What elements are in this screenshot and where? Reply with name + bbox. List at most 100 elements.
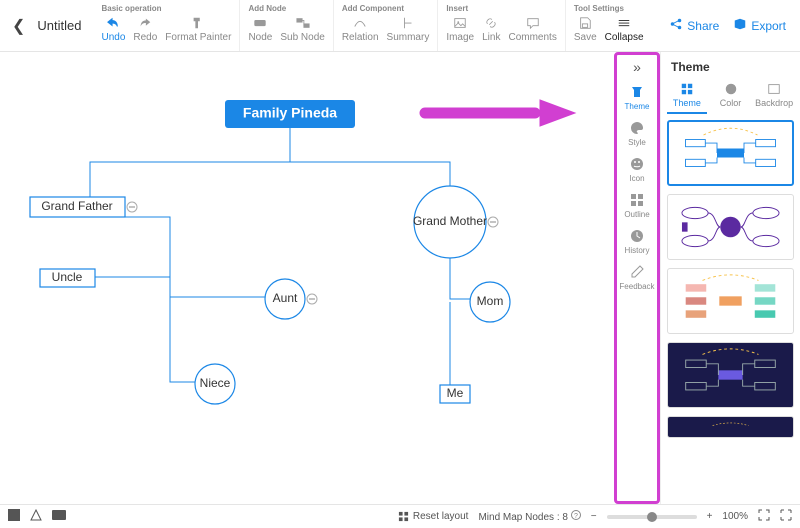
node-grandfather-text: Grand Father (41, 199, 112, 213)
rail-outline[interactable]: Outline (624, 189, 649, 221)
rail-feedback[interactable]: Feedback (619, 261, 654, 293)
reset-layout-icon (398, 511, 409, 522)
group-title-addnode: Add Node (248, 4, 324, 13)
redo-button[interactable]: Redo (133, 15, 157, 43)
svg-text:?: ? (574, 513, 578, 520)
rail-icon-label: Icon (629, 174, 644, 183)
reset-layout-label: Reset layout (413, 511, 469, 522)
rail-theme[interactable]: Theme (625, 81, 650, 113)
fit-screen-button[interactable] (758, 509, 770, 524)
subnode-icon (295, 15, 311, 31)
subnode-label: Sub Node (280, 32, 324, 43)
group-title-insert: Insert (446, 4, 557, 13)
node-button[interactable]: Node (248, 15, 272, 43)
collapse-label: Collapse (605, 32, 644, 43)
link-button[interactable]: Link (482, 15, 500, 43)
summary-icon (400, 15, 416, 31)
redo-label: Redo (133, 32, 157, 43)
node-grandmother-text: Grand Mother (413, 214, 487, 228)
tab-color-icon (724, 82, 738, 96)
theme-card-5[interactable] (667, 416, 794, 438)
zoom-out-button[interactable]: − (591, 511, 597, 522)
toolbar-group-basic: Basic operation Undo Redo Format Painter (93, 0, 239, 51)
share-button[interactable]: Share (669, 17, 719, 34)
side-rail: » Theme Style Icon Outline History (614, 52, 660, 504)
node-uncle-text: Uncle (52, 270, 83, 284)
rail-collapse-button[interactable]: » (633, 59, 641, 75)
zoom-value: 100% (722, 511, 748, 522)
comments-label: Comments (508, 32, 556, 43)
rail-history[interactable]: History (625, 225, 650, 257)
panel-tab-backdrop[interactable]: Backdrop (754, 82, 794, 114)
back-button[interactable]: ❮ (12, 16, 25, 36)
theme-card-1[interactable] (667, 120, 794, 186)
icon-icon (628, 155, 646, 173)
node-niece-text: Niece (200, 376, 231, 390)
nodes-help-icon[interactable]: ? (571, 510, 581, 520)
comments-icon (525, 15, 541, 31)
toolbar: ❮ Untitled Basic operation Undo Redo (0, 0, 800, 52)
export-icon (733, 17, 747, 34)
collapse-button[interactable]: Collapse (605, 15, 644, 43)
statusbar: Reset layout Mind Map Nodes : 8 ? − + 10… (0, 504, 800, 528)
rail-style[interactable]: Style (628, 117, 646, 149)
reset-layout-button[interactable]: Reset layout (398, 511, 469, 522)
group-title-basic: Basic operation (101, 4, 231, 13)
collapse-icon (616, 15, 632, 31)
status-icon-3[interactable] (52, 510, 66, 523)
node-root-text: Family Pineda (243, 105, 337, 121)
zoom-in-button[interactable]: + (707, 511, 713, 522)
history-icon (628, 227, 646, 245)
theme-panel-title: Theme (661, 52, 800, 82)
status-icon-2[interactable] (30, 509, 42, 524)
image-button[interactable]: Image (446, 15, 474, 43)
tab-backdrop-label: Backdrop (755, 98, 793, 108)
save-label: Save (574, 32, 597, 43)
undo-button[interactable]: Undo (101, 15, 125, 43)
toolbar-group-tools: Tool Settings Save Collapse (565, 0, 652, 51)
image-icon (452, 15, 468, 31)
toolbar-group-addnode: Add Node Node Sub Node (239, 0, 332, 51)
rail-icon[interactable]: Icon (628, 153, 646, 185)
nodes-count: Mind Map Nodes : 8 ? (478, 510, 580, 523)
fullscreen-button[interactable] (780, 509, 792, 524)
export-button[interactable]: Export (733, 17, 786, 34)
save-icon (577, 15, 593, 31)
summary-button[interactable]: Summary (387, 15, 430, 43)
theme-card-2[interactable] (667, 194, 794, 260)
rail-theme-label: Theme (625, 102, 650, 111)
relation-icon (352, 15, 368, 31)
undo-icon (105, 15, 121, 31)
rail-feedback-label: Feedback (619, 282, 654, 291)
share-label: Share (687, 19, 719, 33)
group-title-tools: Tool Settings (574, 4, 644, 13)
toolbar-group-addcomp: Add Component Relation Summary (333, 0, 438, 51)
node-me-text: Me (447, 386, 464, 400)
link-label: Link (482, 32, 500, 43)
relation-button[interactable]: Relation (342, 15, 379, 43)
status-icon-1[interactable] (8, 509, 20, 524)
subnode-button[interactable]: Sub Node (280, 15, 324, 43)
theme-card-3[interactable] (667, 268, 794, 334)
save-button[interactable]: Save (574, 15, 597, 43)
tab-backdrop-icon (767, 82, 781, 96)
redo-icon (137, 15, 153, 31)
mindmap-canvas[interactable]: Family Pineda Grand Father Grand Mother … (0, 52, 614, 504)
zoom-slider[interactable] (607, 515, 697, 519)
panel-tab-theme[interactable]: Theme (667, 82, 707, 114)
document-title[interactable]: Untitled (37, 18, 81, 33)
node-aunt-text: Aunt (273, 291, 298, 305)
tab-theme-icon (680, 82, 694, 96)
theme-icon (628, 83, 646, 101)
share-icon (669, 17, 683, 34)
theme-card-4[interactable] (667, 342, 794, 408)
node-icon (252, 15, 268, 31)
panel-tab-color[interactable]: Color (711, 82, 751, 114)
export-label: Export (751, 19, 786, 33)
comments-button[interactable]: Comments (508, 15, 556, 43)
feedback-icon (628, 263, 646, 281)
format-painter-button[interactable]: Format Painter (165, 15, 231, 43)
summary-label: Summary (387, 32, 430, 43)
rail-style-label: Style (628, 138, 646, 147)
rail-outline-label: Outline (624, 210, 649, 219)
